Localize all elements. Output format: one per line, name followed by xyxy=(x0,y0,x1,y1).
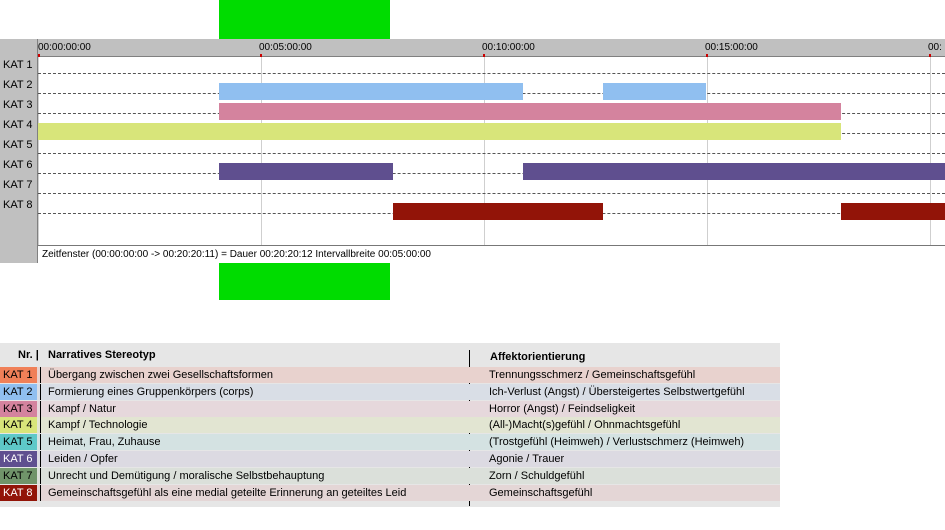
segment-kat-6[interactable] xyxy=(218,163,393,180)
legend-affect: Ich-Verlust (Angst) / Übersteigertes Sel… xyxy=(489,385,745,398)
segment-kat-6[interactable] xyxy=(523,163,945,180)
timeline-plot[interactable] xyxy=(38,57,945,245)
legend-category-badge: KAT 7 xyxy=(0,467,37,484)
highlight-band-top xyxy=(219,0,390,39)
legend-category-badge: KAT 3 xyxy=(0,400,37,417)
legend-row-separator xyxy=(40,367,41,383)
legend-row: KAT 5 Heimat, Frau, Zuhause (Trostgefühl (… xyxy=(0,434,780,451)
legend-header-aff: Affektorientierung xyxy=(490,351,586,363)
legend-header-name: Narratives Stereotyp xyxy=(48,349,156,361)
segment-kat-8[interactable] xyxy=(392,203,603,220)
category-label: KAT 3 xyxy=(3,99,33,111)
category-gutter: KAT 1 KAT 2 KAT 3 KAT 4 KAT 5 KAT 6 KAT … xyxy=(0,39,38,263)
legend-header-nr: Nr. | xyxy=(18,349,39,361)
legend-affect: (All-)Macht(s)gefühl / Ohnmachtsgefühl xyxy=(489,419,681,432)
segment-kat-2[interactable] xyxy=(218,83,524,100)
category-label: KAT 4 xyxy=(3,119,33,131)
category-label: KAT 2 xyxy=(3,79,33,91)
legend-affect: Horror (Angst) / Feindseligkeit xyxy=(489,402,636,415)
legend-row: KAT 6 Leiden / Opfer Agonie / Trauer xyxy=(0,451,780,467)
legend-stereotype: Übergang zwischen zwei Gesellschaftsform… xyxy=(48,369,273,381)
legend-affect: (Trostgefühl (Heimweh) / Verlustschmerz … xyxy=(489,436,745,449)
tick-label: 00: xyxy=(928,42,942,53)
grid-line xyxy=(38,57,39,245)
legend-category-badge: KAT 6 xyxy=(0,451,37,467)
legend-stereotype: Kampf / Technologie xyxy=(48,419,148,432)
segment-kat-3[interactable] xyxy=(218,103,841,120)
legend-row: KAT 1 Übergang zwischen zwei Gesellschaft… xyxy=(0,367,780,383)
legend-row-separator xyxy=(40,383,41,400)
legend-row-separator xyxy=(40,400,41,417)
legend-stereotype: Gemeinschaftsgefühl als eine medial gete… xyxy=(48,486,407,499)
timeline-panel: KAT 1 KAT 2 KAT 3 KAT 4 KAT 5 KAT 6 KAT … xyxy=(0,39,945,264)
legend-stereotype: Kampf / Natur xyxy=(48,402,116,415)
legend-affect: Trennungsschmerz / Gemeinschaftsgefühl xyxy=(489,369,696,381)
legend-affect: Agonie / Trauer xyxy=(489,453,565,465)
legend-row: KAT 3 Kampf / Natur Horror (Angst) / Feind… xyxy=(0,400,780,417)
legend-row: KAT 2 Formierung eines Gruppenkörpers (co… xyxy=(0,383,780,400)
legend-stereotype: Unrecht und Demütigung / moralische Selb… xyxy=(48,469,325,482)
legend-category-badge: KAT 8 xyxy=(0,484,37,501)
category-label: KAT 1 xyxy=(3,59,33,71)
category-label: KAT 8 xyxy=(3,199,33,211)
legend-category-badge: KAT 2 xyxy=(0,383,37,400)
tick-label: 00:00:00:00 xyxy=(38,42,91,53)
legend-category-badge: KAT 1 xyxy=(0,367,37,383)
status-bar: Zeitfenster (00:00:00:00 -> 00:20:20:11)… xyxy=(38,245,945,264)
legend-row-separator xyxy=(40,451,41,467)
tick-label: 00:05:00:00 xyxy=(259,42,312,53)
legend-stereotype: Leiden / Opfer xyxy=(48,453,118,465)
legend-row-separator xyxy=(40,417,41,434)
legend-category-badge: KAT 4 xyxy=(0,417,37,434)
category-label: KAT 5 xyxy=(3,139,33,151)
legend-row: KAT 8 Gemeinschaftsgefühl als eine medial… xyxy=(0,484,780,501)
legend-affect: Gemeinschaftsgefühl xyxy=(489,486,593,499)
legend-stereotype: Heimat, Frau, Zuhause xyxy=(48,436,161,449)
legend-stereotype: Formierung eines Gruppenkörpers (corps) xyxy=(48,385,254,398)
category-legend: Nr. | Narratives Stereotyp Affektorienti… xyxy=(0,343,780,507)
grid-line xyxy=(707,57,708,245)
time-ruler[interactable]: 00:00:00:00 00:05:00:00 00:10:00:00 00:1… xyxy=(38,39,945,57)
legend-row: KAT 7 Unrecht und Demütigung / moralische… xyxy=(0,467,780,484)
legend-row-separator xyxy=(40,484,41,501)
tick-label: 00:15:00:00 xyxy=(705,42,758,53)
tick-label: 00:10:00:00 xyxy=(482,42,535,53)
row-baseline xyxy=(38,73,945,74)
segment-kat-2[interactable] xyxy=(602,83,706,100)
row-baseline xyxy=(38,193,945,194)
category-label: KAT 7 xyxy=(3,179,33,191)
status-text: Zeitfenster (00:00:00:00 -> 00:20:20:11)… xyxy=(42,249,431,260)
legend-row: KAT 4 Kampf / Technologie (All-)Macht(s)ge… xyxy=(0,417,780,434)
legend-category-badge: KAT 5 xyxy=(0,434,37,451)
legend-row-separator xyxy=(40,467,41,484)
legend-row-separator xyxy=(40,434,41,451)
category-label: KAT 6 xyxy=(3,159,33,171)
highlight-band-bottom xyxy=(219,263,390,300)
row-baseline xyxy=(38,153,945,154)
segment-kat-8[interactable] xyxy=(840,203,945,220)
segment-kat-4[interactable] xyxy=(38,123,841,140)
legend-affect: Zorn / Schuldgefühl xyxy=(489,469,585,482)
